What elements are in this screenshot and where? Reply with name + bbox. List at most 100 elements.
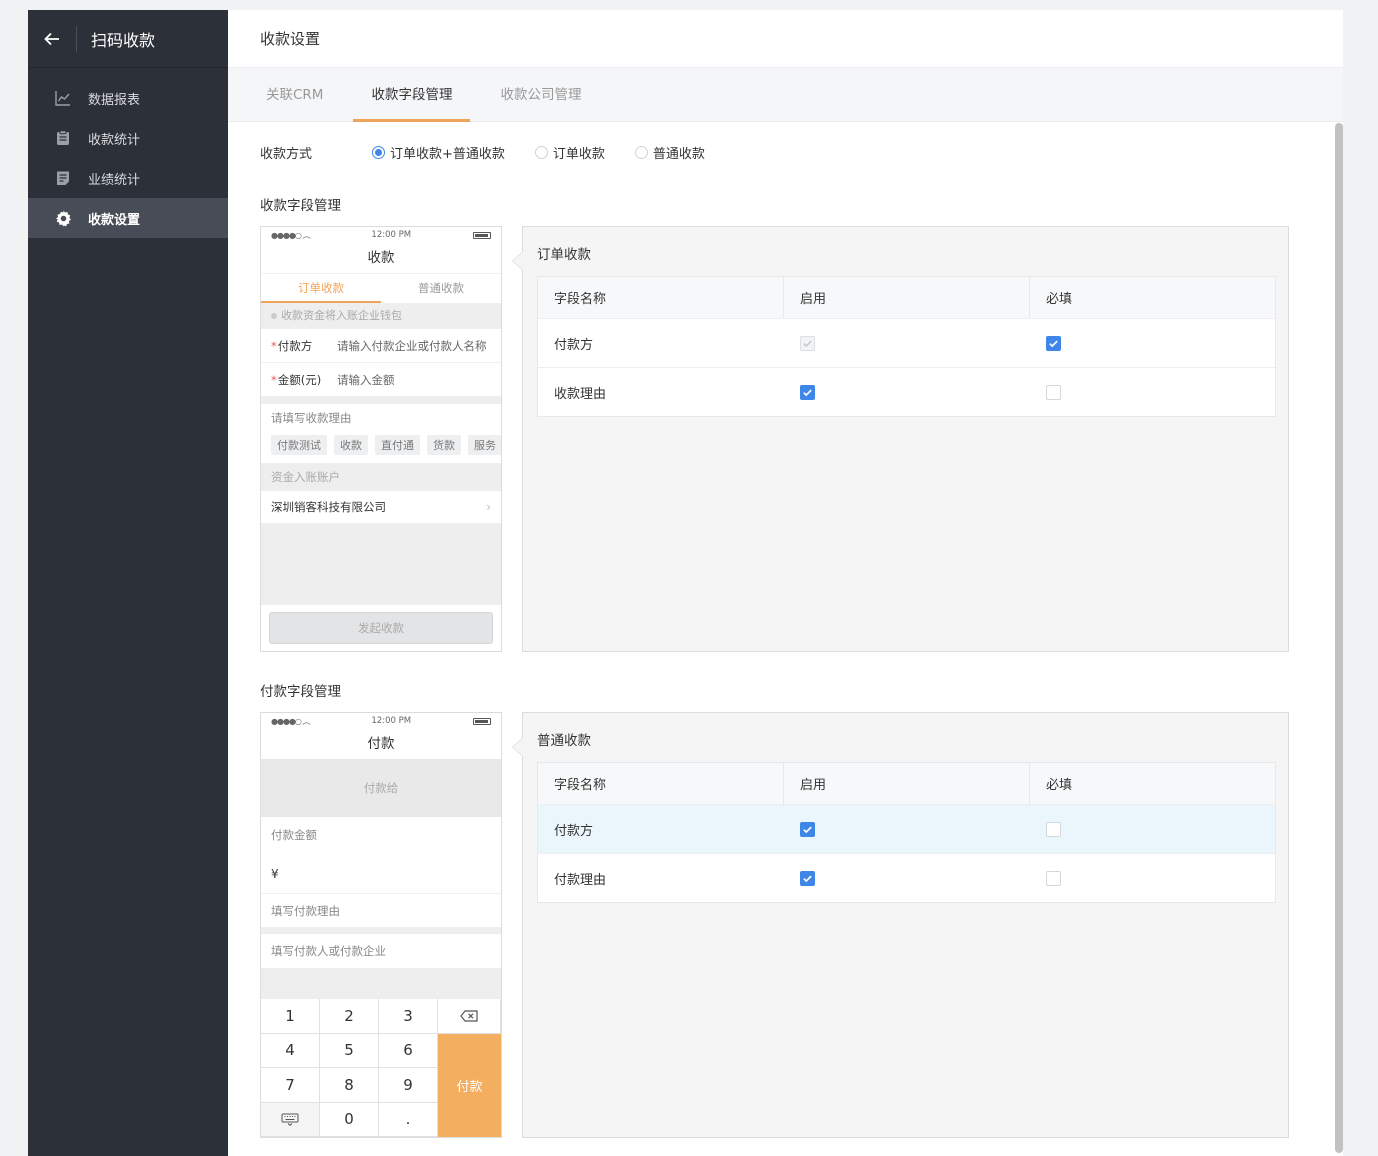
reason-chip: 直付通 [375, 435, 420, 455]
key-1: 1 [261, 999, 320, 1034]
pay-block: ●●●●○ ︵ 12:00 PM 付款 付款给 付款金额 ¥ 填写付款理由 填写… [260, 712, 1311, 1138]
phone-tabs: 订单收款 普通收款 [261, 273, 501, 303]
sidebar-item-collect-settings[interactable]: 收款设置 [28, 198, 228, 238]
radio-label: 订单收款+普通收款 [390, 146, 505, 162]
table-row: 付款理由 [538, 853, 1275, 902]
list-doc-icon [54, 169, 72, 187]
enabled-checkbox[interactable] [800, 870, 815, 886]
page-title: 收款设置 [228, 10, 1343, 68]
signal-icon: ●●●●○ ︵ [271, 230, 310, 240]
collect-mode-row: 收款方式 订单收款+普通收款 订单收款 普通收款 [260, 142, 1311, 162]
key-5: 5 [320, 1033, 379, 1068]
phone-reason: 请填写收款理由 付款测试 收款 直付通 货款 服务 [261, 404, 501, 463]
phone-gap [261, 927, 501, 934]
signal-icon: ●●●●○ ︵ [271, 716, 310, 726]
sidebar-item-data-report[interactable]: 数据报表 [28, 78, 228, 118]
order-collect-panel: 订单收款 字段名称 启用 必填 付款方 收款理由 [512, 226, 1289, 652]
app-title: 扫码收款 [91, 30, 156, 50]
sidebar-item-label: 收款统计 [88, 132, 141, 148]
field-name: 付款方 [554, 337, 594, 353]
col-field-name: 字段名称 [538, 277, 784, 318]
radio-dot [534, 145, 548, 159]
tab-collect-field-mgmt[interactable]: 收款字段管理 [353, 68, 471, 122]
phone-status-bar: ●●●●○ ︵ 12:00 PM [261, 713, 501, 729]
tab-link-crm[interactable]: 关联CRM [248, 68, 341, 122]
phone-payer: 填写付款人或付款企业 [261, 934, 501, 968]
collect-phone-preview: ●●●●○ ︵ 12:00 PM 收款 订单收款 普通收款 收款资金将入账企业钱… [260, 226, 502, 652]
key-3: 3 [379, 999, 438, 1034]
table-row: 收款理由 [538, 367, 1275, 416]
field-name: 付款理由 [554, 872, 607, 888]
table-header: 字段名称 启用 必填 [538, 277, 1275, 318]
tab-collect-company-mgmt[interactable]: 收款公司管理 [482, 68, 599, 122]
radio-dot [372, 145, 385, 159]
phone-amount-row: *金额(元) 请输入金额 [261, 363, 501, 397]
scrollbar[interactable] [1335, 123, 1343, 1153]
phone-reason-title: 请填写收款理由 [271, 411, 352, 425]
radio-label: 订单收款 [552, 146, 605, 162]
field-table: 字段名称 启用 必填 付款方 付款理由 [537, 762, 1276, 903]
key-2: 2 [320, 999, 379, 1034]
radio-order-and-normal[interactable]: 订单收款+普通收款 [372, 143, 505, 162]
sidebar-item-collect-stats[interactable]: 收款统计 [28, 118, 228, 158]
phone-tab-order: 订单收款 [261, 274, 381, 303]
sidebar-item-performance-stats[interactable]: 业绩统计 [28, 158, 228, 198]
col-enabled: 启用 [784, 763, 1030, 804]
dot-icon [271, 313, 277, 319]
check-icon [803, 826, 812, 833]
phone-payer-placeholder: 请输入付款企业或付款人名称 [337, 338, 487, 353]
enabled-checkbox[interactable] [800, 335, 815, 351]
key-pay: 付款 [438, 1033, 501, 1137]
phone-account-row: 深圳销客科技有限公司 › [261, 491, 501, 523]
panel-title: 订单收款 [537, 247, 591, 263]
sidebar: 扫码收款 数据报表 收款统计 业绩统计 收款设置 [28, 10, 228, 1156]
battery-icon [473, 231, 491, 239]
phone-pay-to: 付款给 [261, 759, 501, 817]
key-0: 0 [320, 1102, 379, 1137]
collect-section-title: 收款字段管理 [260, 198, 341, 214]
gear-icon [54, 209, 72, 227]
check-icon [803, 340, 812, 347]
phone-pay-reason: 填写付款理由 [261, 893, 501, 927]
key-4: 4 [261, 1033, 320, 1068]
sidebar-menu: 数据报表 收款统计 业绩统计 收款设置 [28, 78, 228, 238]
required-checkbox[interactable] [1046, 384, 1061, 400]
panel-title: 普通收款 [537, 733, 591, 749]
col-enabled: 启用 [784, 277, 1030, 318]
header-divider [76, 25, 77, 52]
enabled-checkbox[interactable] [800, 384, 815, 400]
yen-symbol: ¥ [271, 867, 279, 881]
sidebar-item-label: 业绩统计 [88, 172, 141, 188]
main-area: 收款设置 关联CRM 收款字段管理 收款公司管理 收款方式 订单收款+普通收款 … [228, 10, 1343, 1156]
check-icon [803, 389, 812, 396]
key-9: 9 [379, 1068, 438, 1103]
phone-amount-placeholder: 请输入金额 [337, 372, 395, 387]
collect-mode-label: 收款方式 [260, 146, 313, 162]
phone-amount-label: *金额(元) [271, 372, 322, 387]
required-checkbox[interactable] [1046, 870, 1061, 886]
key-dot: . [379, 1102, 438, 1137]
check-icon [803, 875, 812, 882]
sidebar-item-label: 数据报表 [88, 92, 141, 108]
phone-time: 12:00 PM [371, 230, 412, 240]
tab-bar: 关联CRM 收款字段管理 收款公司管理 [228, 68, 1343, 122]
field-table: 字段名称 启用 必填 付款方 收款理由 [537, 276, 1276, 417]
required-checkbox[interactable] [1046, 821, 1061, 837]
radio-normal[interactable]: 普通收款 [634, 143, 705, 162]
radio-label: 普通收款 [652, 146, 705, 162]
phone-note-text: 收款资金将入账企业钱包 [281, 309, 402, 322]
radio-order[interactable]: 订单收款 [534, 143, 605, 162]
required-checkbox[interactable] [1046, 335, 1061, 351]
phone-time: 12:00 PM [371, 716, 412, 726]
key-7: 7 [261, 1068, 320, 1103]
battery-icon [473, 717, 491, 725]
phone-pay-amount: 付款金额 ¥ [261, 817, 501, 893]
arrow-left-icon [44, 32, 59, 45]
back-button[interactable] [28, 10, 76, 68]
enabled-checkbox[interactable] [800, 821, 815, 837]
pay-phone-preview: ●●●●○ ︵ 12:00 PM 付款 付款给 付款金额 ¥ 填写付款理由 填写… [260, 712, 502, 1138]
phone-title: 付款 [261, 729, 501, 759]
backspace-icon [438, 999, 501, 1034]
phone-button-bar: 发起收款 [261, 605, 501, 651]
phone-keypad: 1 2 3 4 5 6 付款 7 8 9 0 . [261, 999, 501, 1137]
